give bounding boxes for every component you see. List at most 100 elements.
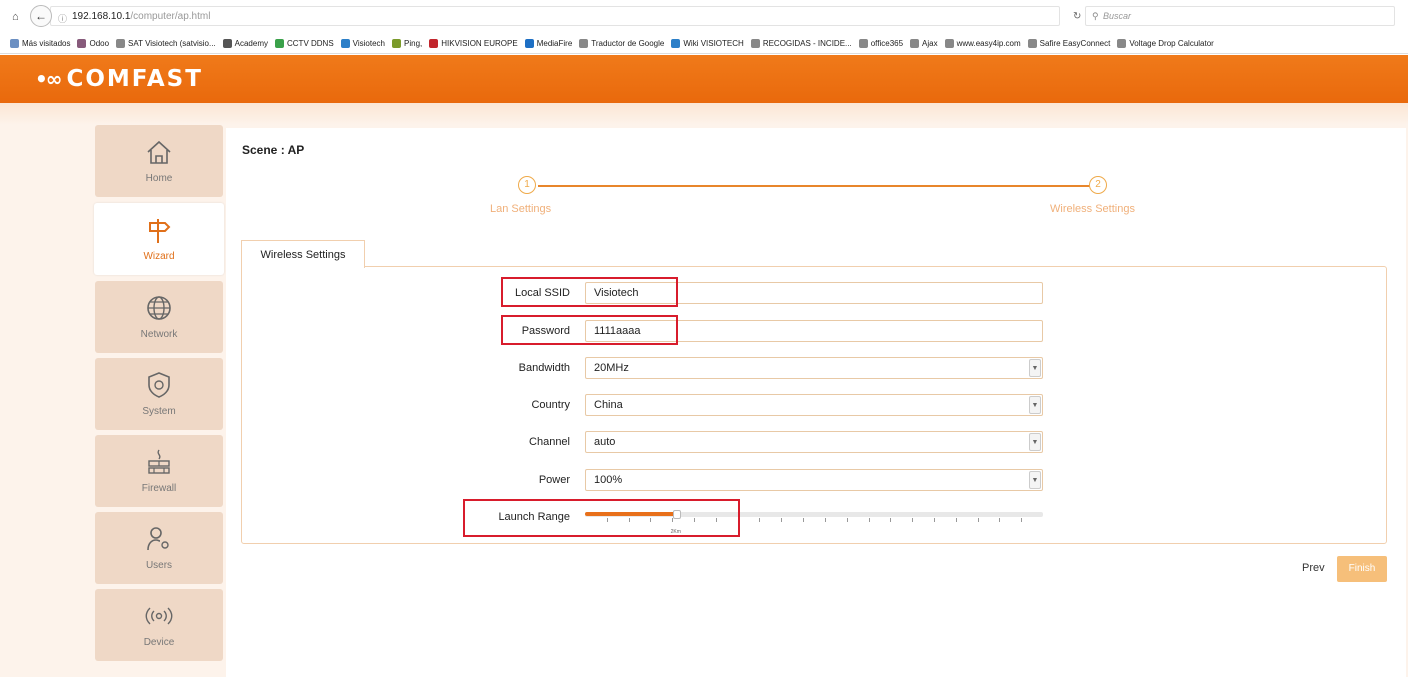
slider-tick (977, 518, 979, 522)
bookmark-label: Más visitados (22, 39, 71, 48)
bandwidth-label: Bandwidth (518, 362, 570, 374)
bookmark-icon (910, 39, 920, 48)
sidebar-item-label: Network (140, 329, 178, 340)
app-header (0, 55, 1408, 103)
home-icon[interactable]: ⌂ (12, 11, 19, 23)
bookmark-item[interactable]: Ajax (910, 39, 938, 48)
bookmark-item[interactable]: SAT Visiotech (satvisio... (116, 39, 216, 48)
sidebar-item-device[interactable]: Device (95, 589, 223, 661)
bookmark-label: Ajax (922, 39, 938, 48)
bookmark-item[interactable]: RECOGIDAS - INCIDE... (750, 39, 852, 48)
bookmark-label: Traductor de Google (591, 39, 665, 48)
bandwidth-select[interactable]: 20MHz ▼ (585, 357, 1043, 379)
sidebar-item-system[interactable]: System (95, 358, 223, 430)
sidebar-item-wizard[interactable]: Wizard (94, 203, 224, 275)
shield-icon (148, 372, 170, 398)
wizard-step-1-circle[interactable]: 1 (518, 176, 536, 194)
slider-tick (1021, 518, 1023, 522)
bookmark-item[interactable]: Safire EasyConnect (1027, 39, 1111, 48)
bookmark-label: SAT Visiotech (satvisio... (128, 39, 216, 48)
bookmark-item[interactable]: office365 (858, 39, 904, 48)
bookmark-item[interactable]: Odoo (77, 39, 109, 48)
bookmark-item[interactable]: MediaFire (524, 39, 572, 48)
sidebar-item-firewall[interactable]: Firewall (95, 435, 223, 507)
power-value: 100% (594, 474, 623, 486)
bookmark-label: Safire EasyConnect (1039, 39, 1111, 48)
bookmark-item[interactable]: Ping, (392, 39, 422, 48)
slider-tick (781, 518, 783, 522)
country-select[interactable]: China ▼ (585, 394, 1043, 416)
slider-tick (824, 518, 826, 522)
channel-label: Channel (529, 436, 570, 448)
chevron-down-icon[interactable]: ▼ (1029, 471, 1041, 489)
country-value: China (594, 399, 623, 411)
bookmark-label: office365 (870, 39, 904, 48)
bookmark-label: CCTV DDNS (287, 39, 334, 48)
bandwidth-value: 20MHz (594, 362, 629, 374)
bookmark-icon (10, 39, 19, 48)
wizard-step-2-circle[interactable]: 2 (1089, 176, 1107, 194)
url-text[interactable]: 192.168.10.1/computer/ap.html (72, 11, 210, 22)
bookmark-item[interactable]: Academy (222, 39, 268, 48)
signpost-icon (149, 219, 171, 243)
wireless-icon (145, 607, 173, 625)
sidebar-item-users[interactable]: Users (95, 512, 223, 584)
chevron-down-icon[interactable]: ▼ (1029, 433, 1041, 451)
bookmark-icon (1117, 39, 1127, 48)
slider-tick (759, 518, 761, 522)
bookmark-item[interactable]: Wiki VISIOTECH (671, 39, 744, 48)
bookmark-label: RECOGIDAS - INCIDE... (762, 39, 852, 48)
bookmark-item[interactable]: CCTV DDNS (275, 39, 334, 48)
bookmark-item[interactable]: www.easy4ip.com (944, 39, 1021, 48)
channel-select[interactable]: auto ▼ (585, 431, 1043, 453)
bookmarks-bar: Más visitados Odoo SAT Visiotech (satvisio… (0, 34, 1408, 54)
slider-tick (999, 518, 1001, 522)
bookmark-item[interactable]: Más visitados (10, 39, 70, 48)
browser-search-input[interactable] (1085, 6, 1395, 26)
comfast-logo[interactable]: •∞ COMFAST (35, 66, 203, 92)
bookmark-item[interactable]: Voltage Drop Calculator (1117, 39, 1214, 48)
home-icon (147, 140, 171, 164)
sidebar-item-home[interactable]: Home (95, 125, 223, 197)
tab-wireless-settings[interactable]: Wireless Settings (241, 240, 365, 268)
back-icon[interactable]: ← (30, 5, 52, 27)
channel-value: auto (594, 436, 616, 448)
bookmark-icon (340, 39, 350, 48)
bookmark-icon (524, 39, 534, 48)
bookmark-icon (275, 39, 284, 48)
comfast-logo-icon: •∞ (35, 67, 62, 91)
chevron-down-icon[interactable]: ▼ (1029, 359, 1041, 377)
slider-tick (846, 518, 848, 522)
bookmark-item[interactable]: Visiotech (340, 39, 385, 48)
browser-toolbar: ⌂ ← ⓘ 192.168.10.1/computer/ap.html ↻ ⚲ … (0, 0, 1408, 34)
bookmark-icon (579, 39, 589, 48)
bookmark-icon (671, 39, 681, 48)
page-title: Scene : AP (242, 143, 305, 157)
ssid-highlight (501, 277, 678, 307)
info-icon[interactable]: ⓘ (58, 12, 67, 25)
bookmark-label: Visiotech (352, 39, 385, 48)
wizard-step-2-label[interactable]: Wireless Settings (1050, 203, 1135, 215)
header-shade (0, 103, 1408, 125)
power-select[interactable]: 100% ▼ (585, 469, 1043, 491)
bookmark-label: HIKVISION EUROPE (441, 39, 518, 48)
bookmark-icon (944, 39, 954, 48)
prev-button[interactable]: Prev (1302, 562, 1325, 574)
sidebar-item-label: Wizard (143, 251, 175, 262)
bookmark-label: Academy (234, 39, 268, 48)
bookmark-icon (392, 39, 401, 48)
sidebar-item-label: Home (145, 173, 173, 184)
bookmark-item[interactable]: Traductor de Google (579, 39, 664, 48)
bookmark-label: www.easy4ip.com (956, 39, 1021, 48)
sidebar-item-label: Firewall (141, 483, 177, 494)
wizard-step-1-label[interactable]: Lan Settings (490, 203, 551, 215)
sidebar-item-network[interactable]: Network (95, 281, 223, 353)
sidebar-item-label: System (142, 406, 176, 417)
reload-icon[interactable]: ↻ (1073, 11, 1081, 22)
chevron-down-icon[interactable]: ▼ (1029, 396, 1041, 414)
bookmark-icon (116, 39, 126, 48)
slider-tick (868, 518, 870, 522)
launch-range-highlight (463, 499, 740, 537)
finish-button[interactable]: Finish (1337, 556, 1387, 582)
bookmark-item[interactable]: HIKVISION EUROPE (429, 39, 518, 48)
